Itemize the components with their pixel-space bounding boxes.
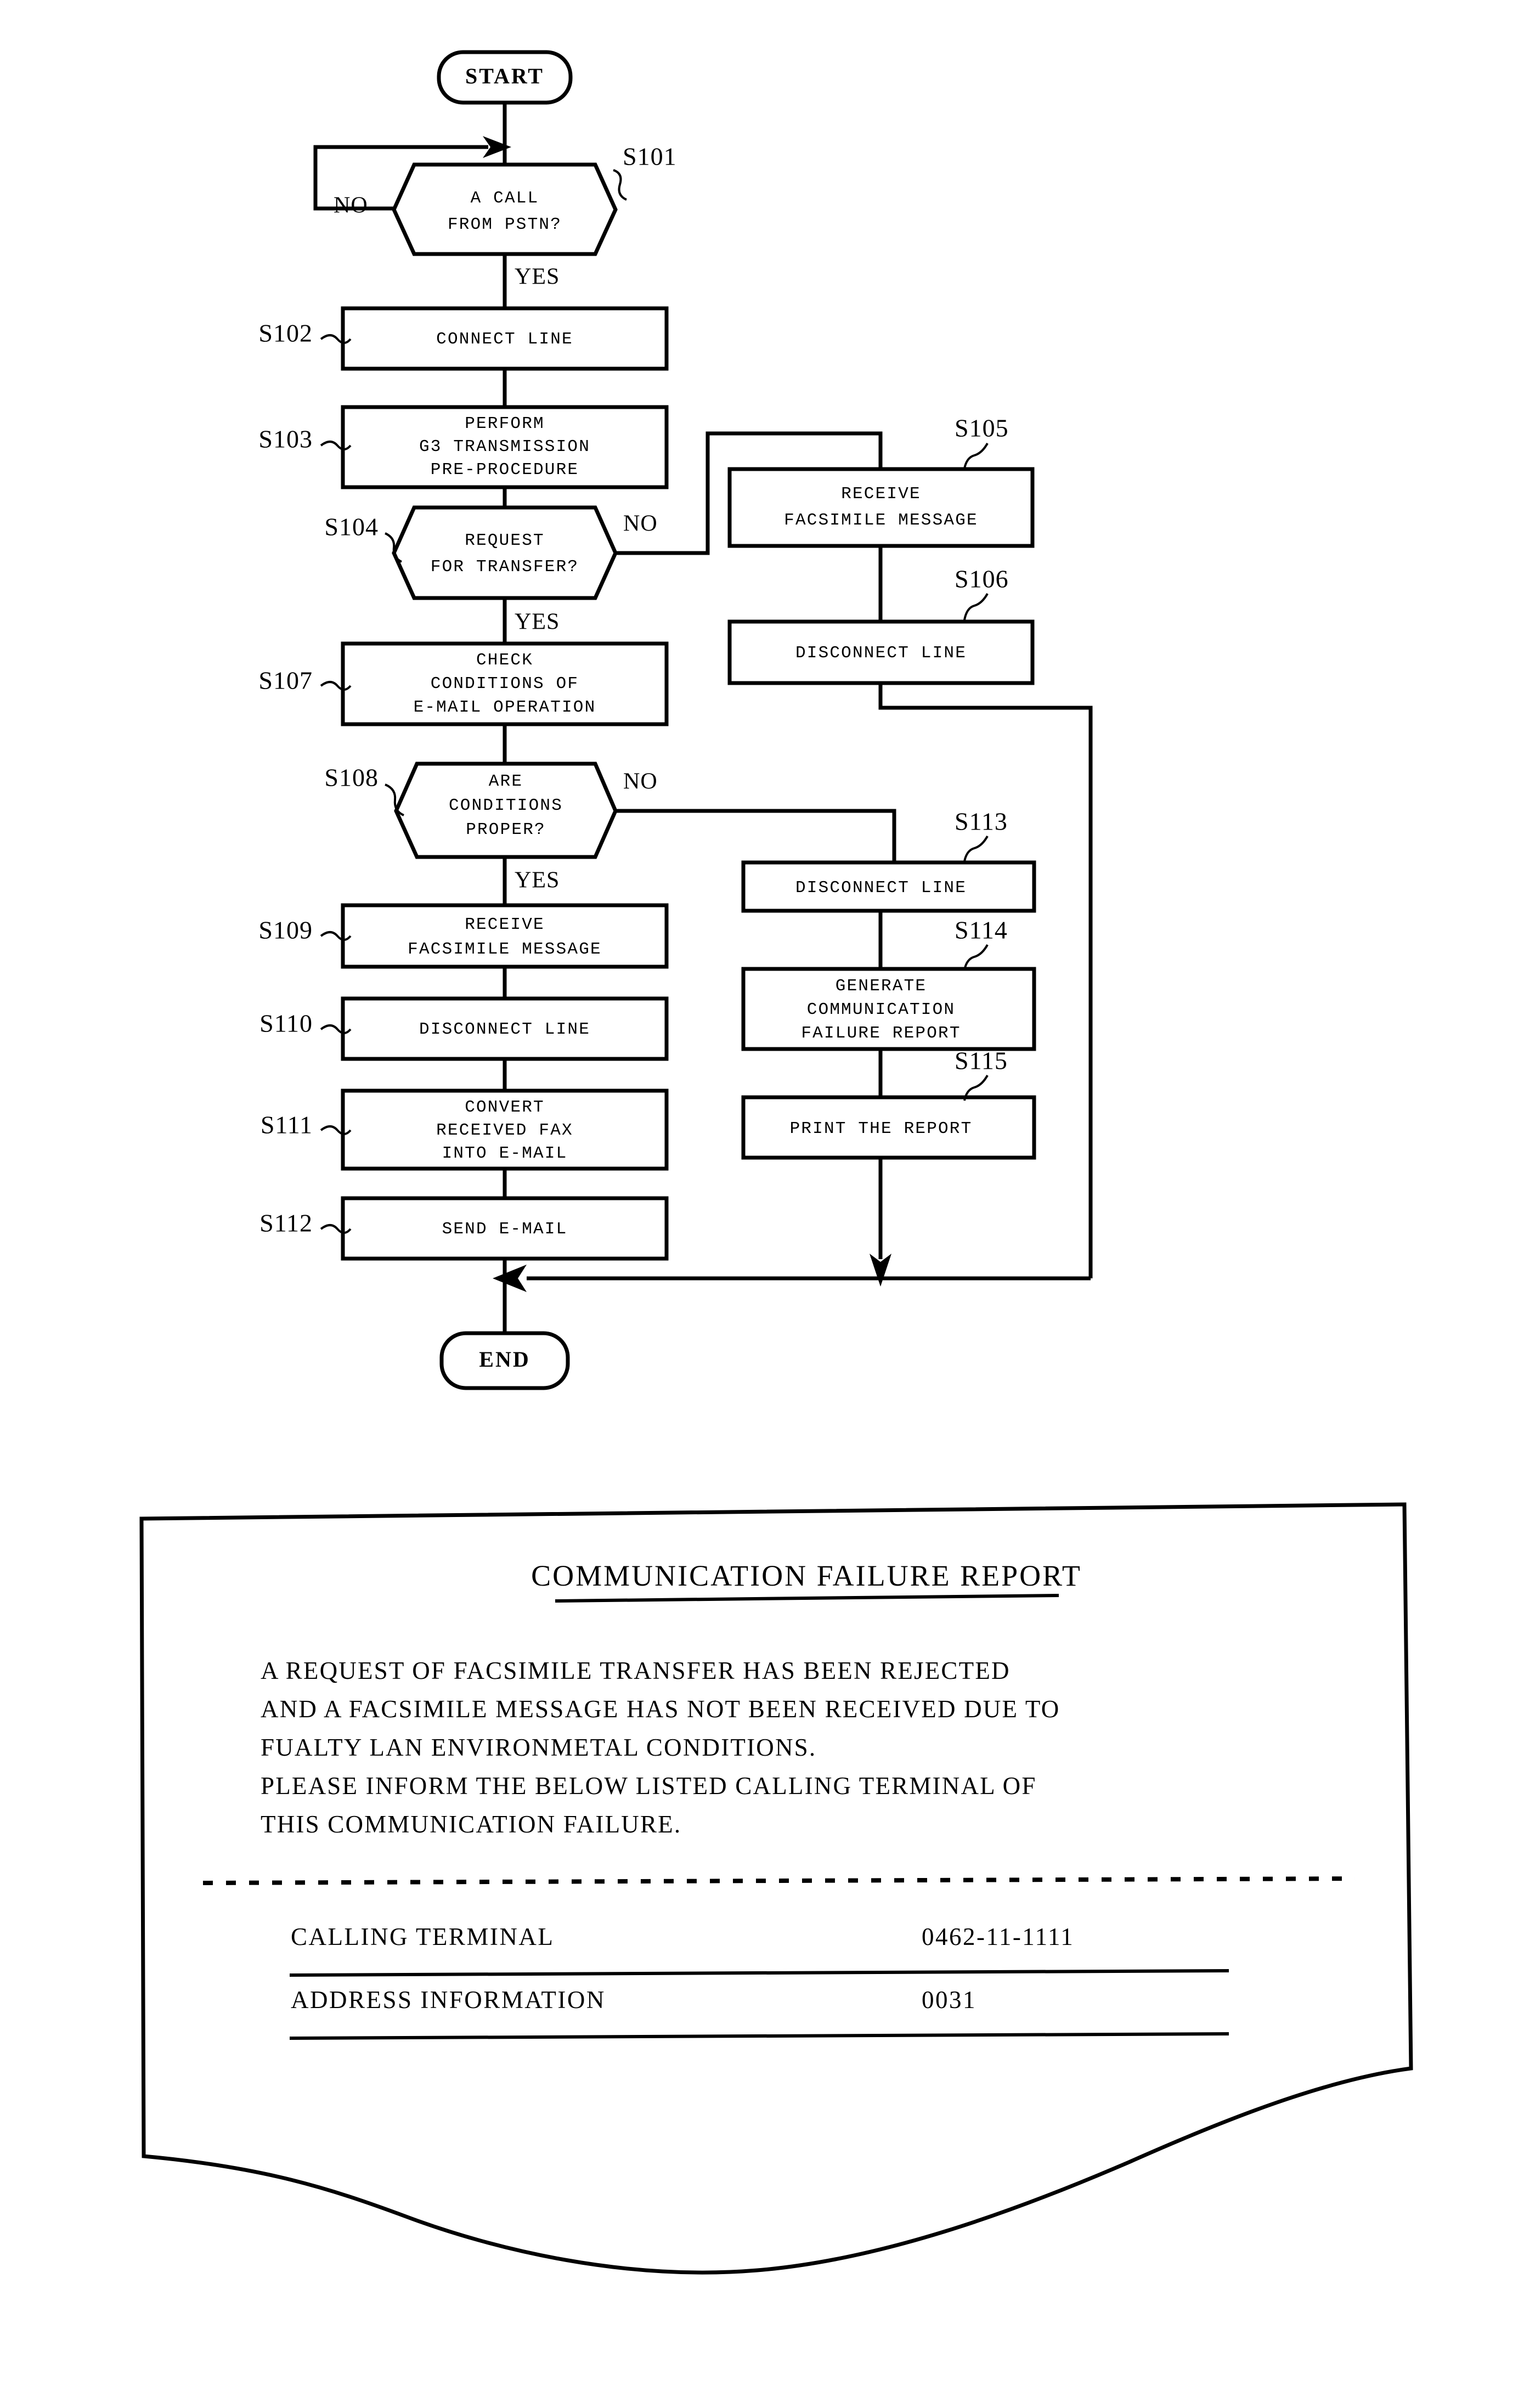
report-row-1-label: ADDRESS INFORMATION [291,1986,606,2014]
step-ref-s106: S106 [955,565,1009,593]
leader-s114 [963,944,989,971]
process-s111-line-1: RECEIVED FAX [436,1121,573,1140]
decision-s104-line-1: FOR TRANSFER? [431,557,579,577]
branch-label-s108-no: NO [623,769,658,794]
step-ref-s112: S112 [259,1209,313,1237]
leader-s106 [963,593,989,621]
report-title-underline [555,1594,1059,1603]
branch-label-s104-yes: YES [515,610,560,635]
process-s106-line-0: DISCONNECT LINE [795,644,967,663]
step-ref-s102: S102 [258,319,313,347]
branch-label-s101-no: NO [334,193,368,218]
step-ref-s103: S103 [258,425,313,453]
leader-s113 [963,836,989,862]
process-s111-line-2: INTO E-MAIL [442,1144,568,1163]
step-ref-s110: S110 [259,1010,313,1037]
process-s107-line-1: CONDITIONS OF [431,674,579,693]
decision-s104 [392,505,618,600]
branch-label-s104-no: NO [623,511,658,537]
step-ref-s108: S108 [324,764,379,792]
decision-s101-line-1: FROM PSTN? [448,215,562,234]
decision-s104-line-0: REQUEST [465,531,545,550]
process-s102-line-0: CONNECT LINE [436,330,573,349]
leader-s101 [613,169,627,201]
patent-figure-page: START END A CALL FROM PSTN? S101 NO YES … [0,0,1524,2408]
process-s109-line-0: RECEIVE [465,915,545,934]
report-row-0-value: 0462-11-1111 [922,1923,1074,1950]
report-row-1-value: 0031 [922,1986,977,2014]
terminal-end-label: END [479,1347,530,1372]
process-s114-line-0: GENERATE [836,977,927,996]
report-title: COMMUNICATION FAILURE REPORT [531,1559,1082,1592]
step-ref-s111: S111 [261,1111,313,1139]
step-ref-s113: S113 [955,808,1008,836]
report-row-0-rule [289,1969,1229,1977]
process-s103-line-0: PERFORM [465,414,545,433]
report-row-1-rule [289,2032,1229,2040]
report-body-line-2: FUALTY LAN ENVIRONMETAL CONDITIONS. [261,1734,816,1761]
process-s107-line-0: CHECK [476,651,533,670]
process-s111-line-0: CONVERT [465,1098,545,1117]
process-s114-line-1: COMMUNICATION [807,1000,955,1019]
decision-s108-line-0: ARE [489,772,523,791]
report-body-line-4: THIS COMMUNICATION FAILURE. [261,1811,681,1838]
process-s105-line-0: RECEIVE [841,484,921,504]
step-ref-s105: S105 [955,414,1009,442]
process-s103-line-2: PRE-PROCEDURE [431,460,579,480]
terminal-start-label: START [465,64,544,88]
report-body-line-1: AND A FACSIMILE MESSAGE HAS NOT BEEN REC… [261,1695,1060,1723]
process-s107-line-2: E-MAIL OPERATION [414,698,596,717]
step-ref-s104: S104 [324,513,379,541]
process-s115-line-0: PRINT THE REPORT [790,1119,973,1138]
process-s113-line-0: DISCONNECT LINE [795,878,967,898]
leader-s105 [963,443,989,469]
branch-label-s101-yes: YES [515,264,560,290]
process-s109-line-1: FACSIMILE MESSAGE [408,940,602,959]
decision-s108-line-1: CONDITIONS [449,796,563,815]
process-s112-line-0: SEND E-MAIL [442,1220,568,1239]
process-s105-line-1: FACSIMILE MESSAGE [784,511,978,530]
branch-label-s108-yes: YES [515,868,560,893]
process-s103-line-1: G3 TRANSMISSION [419,437,590,456]
process-s105 [727,467,1035,548]
report-dashed-separator [202,1876,1356,1885]
report-body-line-0: A REQUEST OF FACSIMILE TRANSFER HAS BEEN… [261,1657,1011,1684]
flowchart-diagram: START END A CALL FROM PSTN? S101 NO YES … [258,50,1093,1390]
step-ref-s101: S101 [623,143,677,171]
decision-s101-line-0: A CALL [471,189,539,208]
report-row-0-label: CALLING TERMINAL [291,1923,554,1950]
step-ref-s115: S115 [955,1047,1008,1075]
decision-s108-line-2: PROPER? [466,820,546,839]
decision-s101 [392,162,618,256]
process-s110-line-0: DISCONNECT LINE [419,1020,590,1039]
step-ref-s107: S107 [258,667,313,695]
step-ref-s109: S109 [258,916,313,944]
report-paper-outline [139,1502,1413,2275]
process-s114-line-2: FAILURE REPORT [801,1024,961,1043]
connector-s108-no-to-s113 [616,809,896,862]
report-body-line-3: PLEASE INFORM THE BELOW LISTED CALLING T… [261,1772,1037,1800]
step-ref-s114: S114 [955,916,1008,944]
arrowhead-merge-left [493,1265,527,1292]
